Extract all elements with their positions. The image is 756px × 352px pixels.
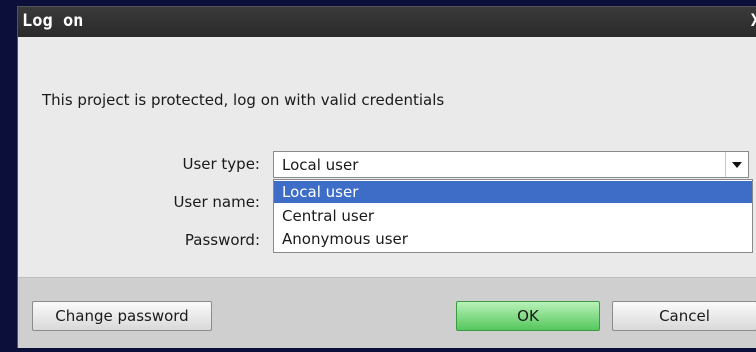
- change-password-button[interactable]: Change password: [32, 301, 212, 331]
- dialog-button-bar: Change password OK Cancel: [18, 277, 756, 348]
- cancel-button[interactable]: Cancel: [612, 301, 756, 331]
- dialog-title-bar: Log on X: [18, 7, 756, 37]
- user-type-select[interactable]: Local user: [273, 151, 749, 178]
- chevron-down-icon[interactable]: [725, 152, 748, 177]
- dialog-title: Log on: [22, 11, 84, 31]
- dropdown-option-anonymous-user[interactable]: Anonymous user: [274, 228, 752, 250]
- dropdown-option-central-user[interactable]: Central user: [274, 205, 752, 227]
- user-type-value: Local user: [282, 156, 359, 174]
- log-on-dialog: Log on X This project is protected, log …: [17, 6, 756, 348]
- user-name-label: User name:: [173, 193, 260, 211]
- ok-button[interactable]: OK: [456, 301, 600, 331]
- protection-message: This project is protected, log on with v…: [42, 91, 445, 109]
- user-type-dropdown-list: Local user Central user Anonymous user: [273, 179, 753, 253]
- user-type-label: User type:: [182, 155, 260, 173]
- close-icon[interactable]: X: [751, 11, 756, 31]
- password-label: Password:: [184, 231, 260, 249]
- dropdown-option-local-user[interactable]: Local user: [274, 181, 752, 203]
